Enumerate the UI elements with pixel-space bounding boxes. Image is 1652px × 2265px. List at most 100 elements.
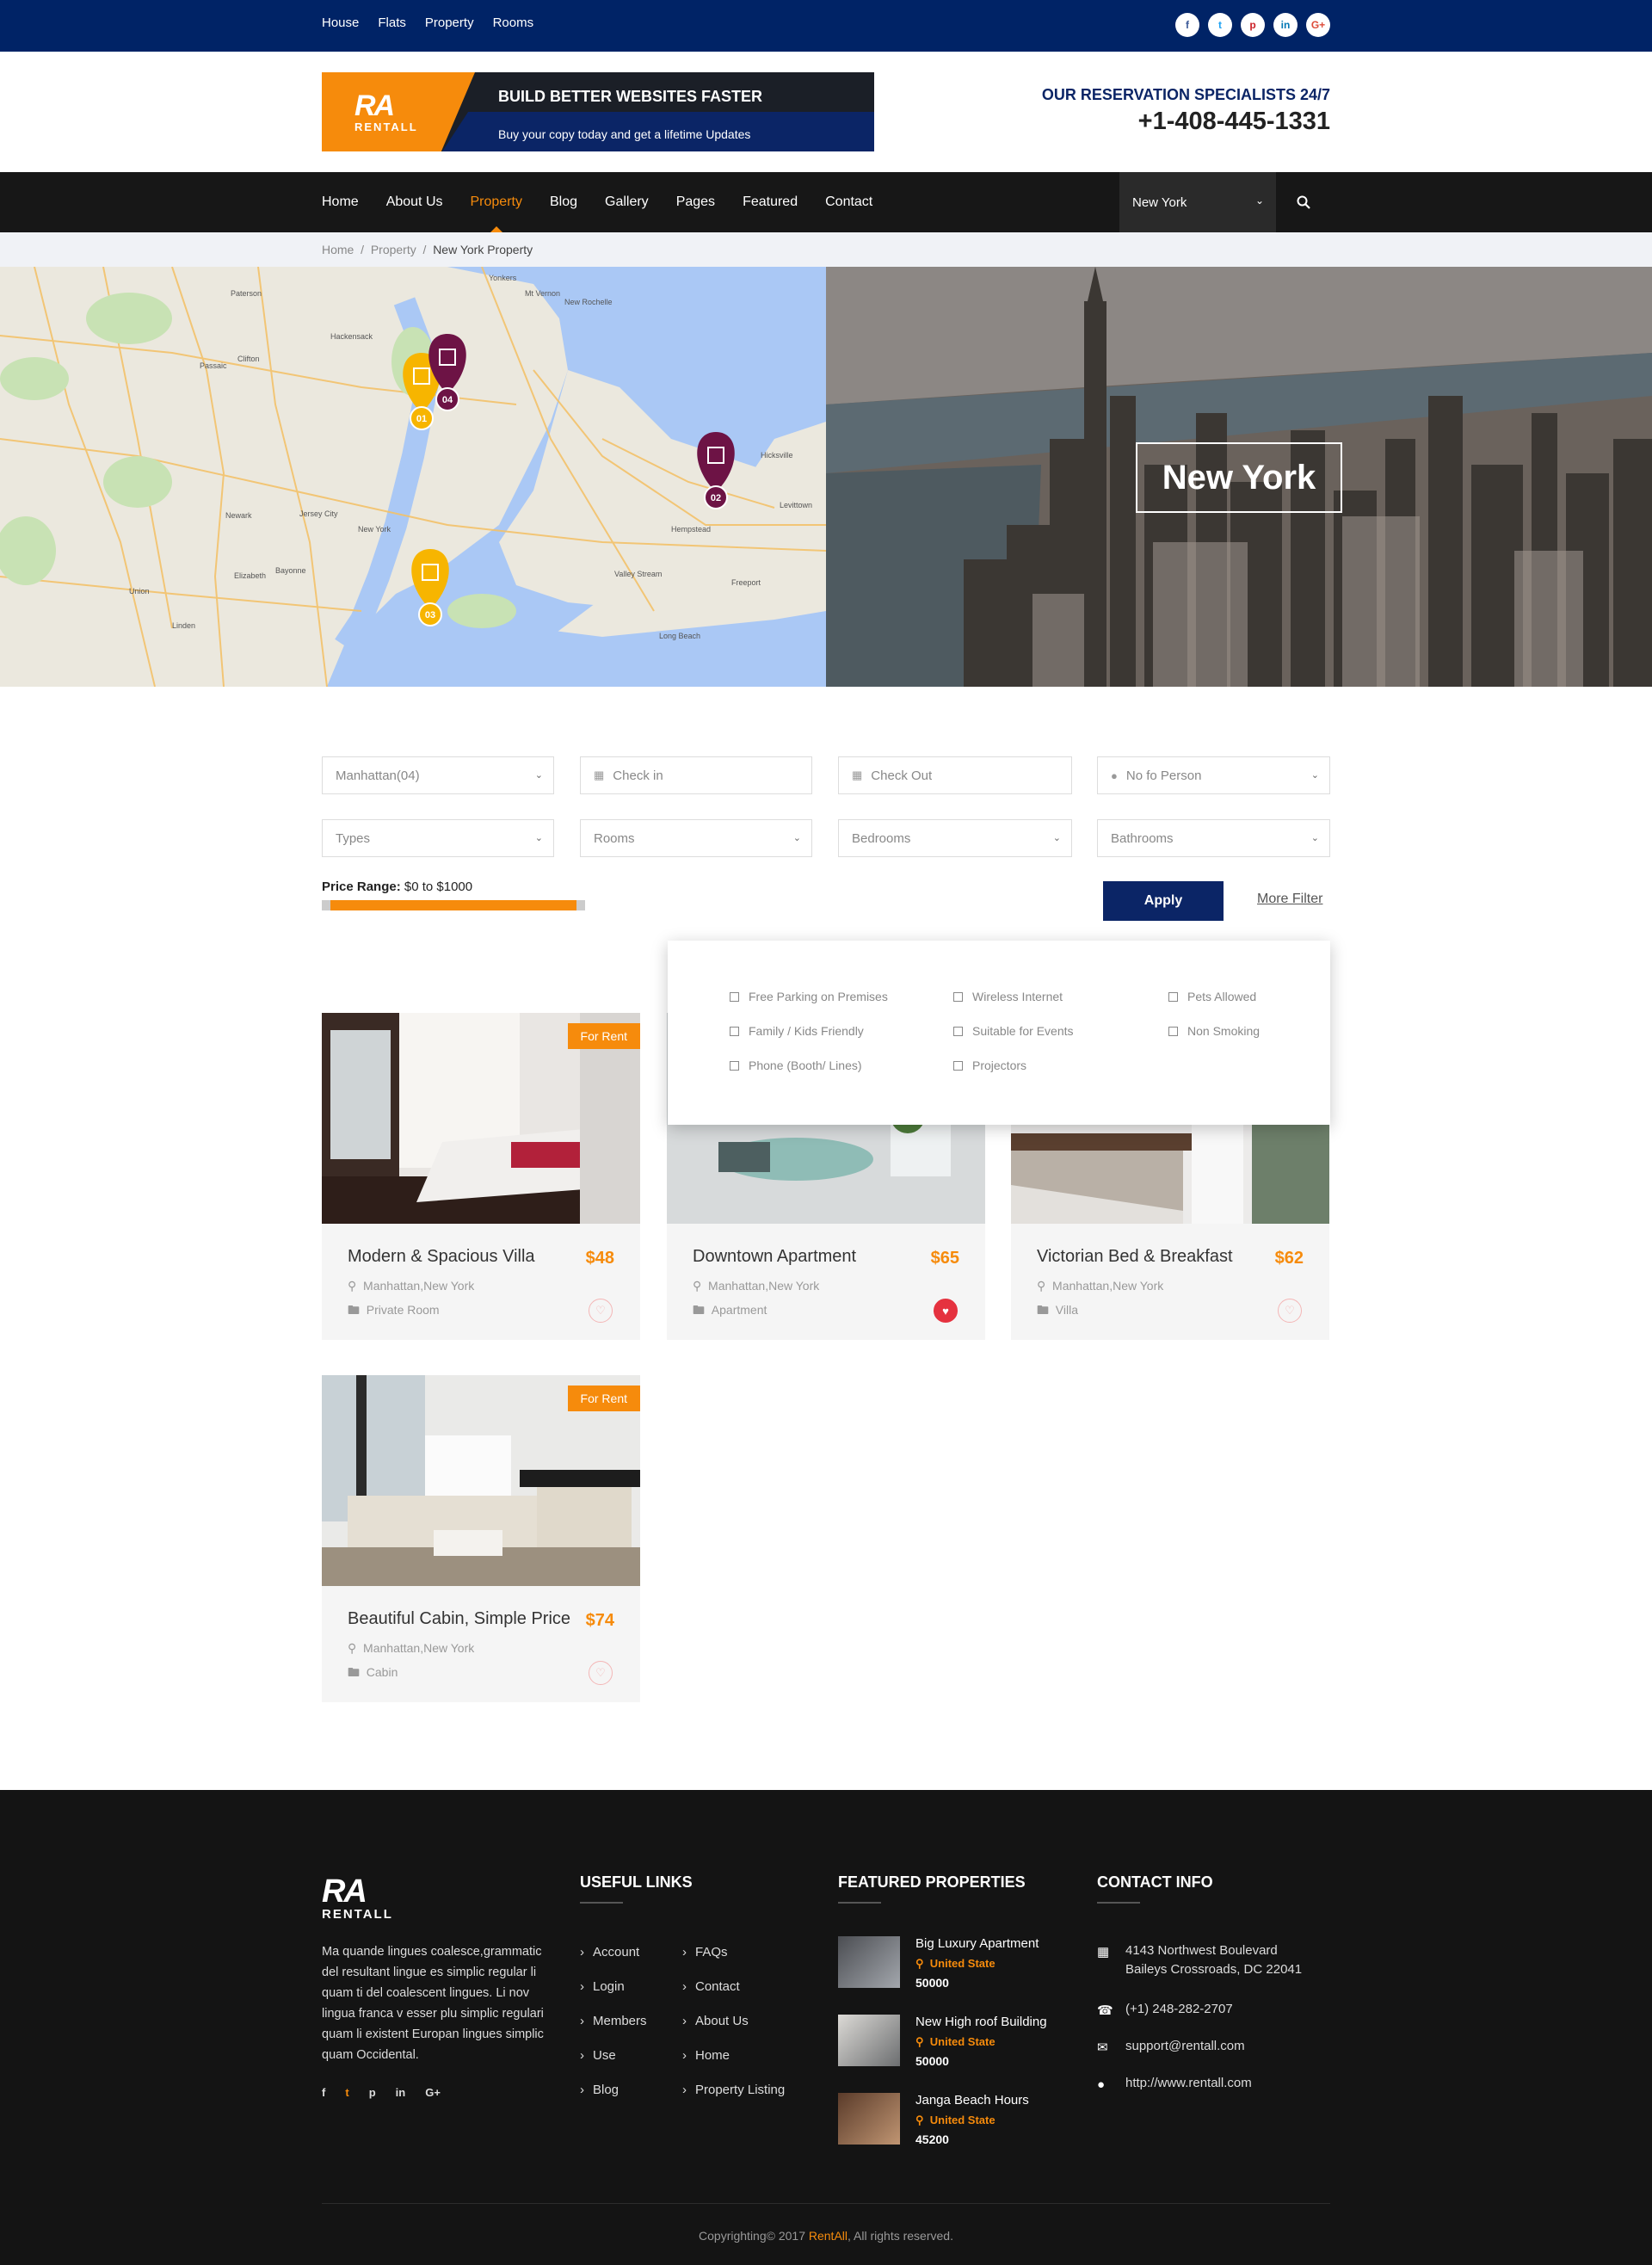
twitter-icon[interactable]: t	[1208, 13, 1232, 37]
nav-gallery[interactable]: Gallery	[605, 194, 649, 210]
location-select[interactable]: Manhattan(04) ⌄	[322, 756, 554, 794]
property-map[interactable]: Paterson Passaic Hackensack Jersey City …	[0, 267, 826, 687]
bedrooms-select-value: Bedrooms	[852, 830, 911, 846]
checkbox-icon[interactable]	[730, 1026, 739, 1036]
twitter-icon[interactable]: t	[345, 2086, 348, 2099]
linkedin-icon[interactable]: in	[1273, 13, 1298, 37]
listing-title[interactable]: Beautiful Cabin, Simple Price	[348, 1609, 570, 1629]
folder-icon: 🖿	[348, 1303, 367, 1317]
amenity-checkbox[interactable]: Pets Allowed	[1168, 990, 1256, 1003]
featured-thumb[interactable]	[838, 2093, 900, 2145]
nav-about[interactable]: About Us	[386, 194, 443, 210]
map-label: Union	[129, 587, 150, 596]
amenity-checkbox[interactable]: Suitable for Events	[953, 1024, 1074, 1038]
checkbox-icon[interactable]	[953, 991, 963, 1002]
breadcrumb-property[interactable]: Property	[371, 243, 416, 256]
top-link-rooms[interactable]: Rooms	[493, 15, 534, 30]
google-plus-icon[interactable]: G+	[1306, 13, 1330, 37]
amenity-checkbox[interactable]: Wireless Internet	[953, 990, 1063, 1003]
checkbox-icon[interactable]	[730, 991, 739, 1002]
checkbox-icon[interactable]	[953, 1060, 963, 1071]
facebook-icon[interactable]: f	[322, 2086, 325, 2099]
amenity-checkbox[interactable]: Family / Kids Friendly	[730, 1024, 864, 1038]
checkbox-icon[interactable]	[953, 1026, 963, 1036]
listing-title[interactable]: Downtown Apartment	[693, 1247, 856, 1267]
footer-link-members[interactable]: Members	[580, 2014, 647, 2028]
footer-link-use[interactable]: Use	[580, 2048, 616, 2063]
top-link-house[interactable]: House	[322, 15, 359, 30]
nav-home[interactable]: Home	[322, 194, 359, 210]
map-label: Paterson	[231, 289, 262, 298]
nav-blog[interactable]: Blog	[550, 194, 577, 210]
footer-link-about[interactable]: About Us	[682, 2014, 749, 2028]
bathrooms-select[interactable]: Bathrooms ⌄	[1097, 819, 1330, 857]
featured-property[interactable]: New High roof Building ⚲ United State 50…	[838, 2015, 1096, 2083]
checkout-field[interactable]: ▦ Check Out	[838, 756, 1072, 794]
favorite-button[interactable]: ♥	[934, 1299, 958, 1323]
listing-title[interactable]: Modern & Spacious Villa	[348, 1247, 535, 1267]
footer-logo[interactable]: RA RENTALL	[322, 1875, 393, 1922]
favorite-button[interactable]: ♡	[1278, 1299, 1302, 1323]
google-plus-icon[interactable]: G+	[425, 2086, 441, 2099]
listing-card[interactable]: For Rent Modern & Spacious Villa $48 ⚲ M…	[322, 1013, 640, 1340]
more-filter-link[interactable]: More Filter	[1257, 892, 1322, 907]
checkbox-icon[interactable]	[1168, 991, 1178, 1002]
listing-title[interactable]: Victorian Bed & Breakfast	[1037, 1247, 1233, 1267]
amenity-checkbox[interactable]: Projectors	[953, 1058, 1026, 1072]
featured-name[interactable]: Big Luxury Apartment	[915, 1936, 1039, 1951]
contact-website[interactable]: ● http://www.rentall.com	[1097, 2074, 1252, 2093]
search-button[interactable]	[1276, 172, 1330, 232]
price-range-title: Price Range:	[322, 879, 401, 894]
types-select[interactable]: Types ⌄	[322, 819, 554, 857]
bedrooms-select[interactable]: Bedrooms ⌄	[838, 819, 1072, 857]
apply-button[interactable]: Apply	[1103, 881, 1224, 921]
linkedin-icon[interactable]: in	[396, 2086, 406, 2099]
favorite-button[interactable]: ♡	[589, 1299, 613, 1323]
pinterest-icon[interactable]: p	[1241, 13, 1265, 37]
featured-name[interactable]: New High roof Building	[915, 2015, 1047, 2029]
checkin-field[interactable]: ▦ Check in	[580, 756, 812, 794]
listing-card[interactable]: For Rent Beautiful Cabin, Simple Price $…	[322, 1375, 640, 1702]
amenity-checkbox[interactable]: Phone (Booth/ Lines)	[730, 1058, 862, 1072]
rooms-select[interactable]: Rooms ⌄	[580, 819, 812, 857]
price-range-slider[interactable]	[322, 900, 585, 910]
featured-thumb[interactable]	[838, 1936, 900, 1988]
nav-pages[interactable]: Pages	[676, 194, 715, 210]
footer-link-contact[interactable]: Contact	[682, 1979, 740, 1994]
reservation-phone[interactable]: +1-408-445-1331	[1042, 108, 1330, 136]
featured-thumb[interactable]	[838, 2015, 900, 2066]
footer-link-home[interactable]: Home	[682, 2048, 730, 2063]
nav-property[interactable]: Property	[471, 194, 522, 232]
amenity-checkbox[interactable]: Non Smoking	[1168, 1024, 1260, 1038]
nav-featured[interactable]: Featured	[743, 194, 798, 210]
persons-select[interactable]: ● No fo Person ⌄	[1097, 756, 1330, 794]
footer-link-account[interactable]: Account	[580, 1945, 639, 1960]
promo-banner[interactable]: RA RENTALL BUILD BETTER WEBSITES FASTER …	[322, 72, 874, 151]
featured-property[interactable]: Big Luxury Apartment ⚲ United State 5000…	[838, 1936, 1096, 2005]
for-rent-badge: For Rent	[567, 1386, 640, 1411]
featured-name[interactable]: Janga Beach Hours	[915, 2093, 1029, 2108]
top-link-property[interactable]: Property	[425, 15, 474, 30]
footer-link-faqs[interactable]: FAQs	[682, 1945, 728, 1960]
footer-link-property-listing[interactable]: Property Listing	[682, 2083, 785, 2097]
pinterest-icon[interactable]: p	[369, 2086, 376, 2099]
facebook-icon[interactable]: f	[1175, 13, 1199, 37]
amenity-checkbox[interactable]: Free Parking on Premises	[730, 990, 888, 1003]
contact-email[interactable]: ✉ support@rentall.com	[1097, 2037, 1245, 2056]
checkbox-icon[interactable]	[730, 1060, 739, 1071]
city-select[interactable]: New York ⌄	[1119, 172, 1276, 232]
top-link-flats[interactable]: Flats	[378, 15, 406, 30]
breadcrumb: Home / Property / New York Property	[0, 232, 1652, 267]
copyright-brand-link[interactable]: RentAll	[809, 2229, 848, 2243]
featured-property[interactable]: Janga Beach Hours ⚲ United State 45200	[838, 2093, 1096, 2162]
listing-price: $74	[585, 1611, 614, 1630]
calendar-icon: ▦	[852, 768, 863, 781]
checkbox-icon[interactable]	[1168, 1026, 1178, 1036]
footer-link-blog[interactable]: Blog	[580, 2083, 619, 2097]
favorite-button[interactable]: ♡	[589, 1661, 613, 1685]
contact-phone[interactable]: ☎ (+1) 248-282-2707	[1097, 2000, 1233, 2019]
breadcrumb-home[interactable]: Home	[322, 243, 354, 256]
map-label: Hempstead	[671, 525, 711, 534]
nav-contact[interactable]: Contact	[825, 194, 872, 210]
footer-link-login[interactable]: Login	[580, 1979, 625, 1994]
